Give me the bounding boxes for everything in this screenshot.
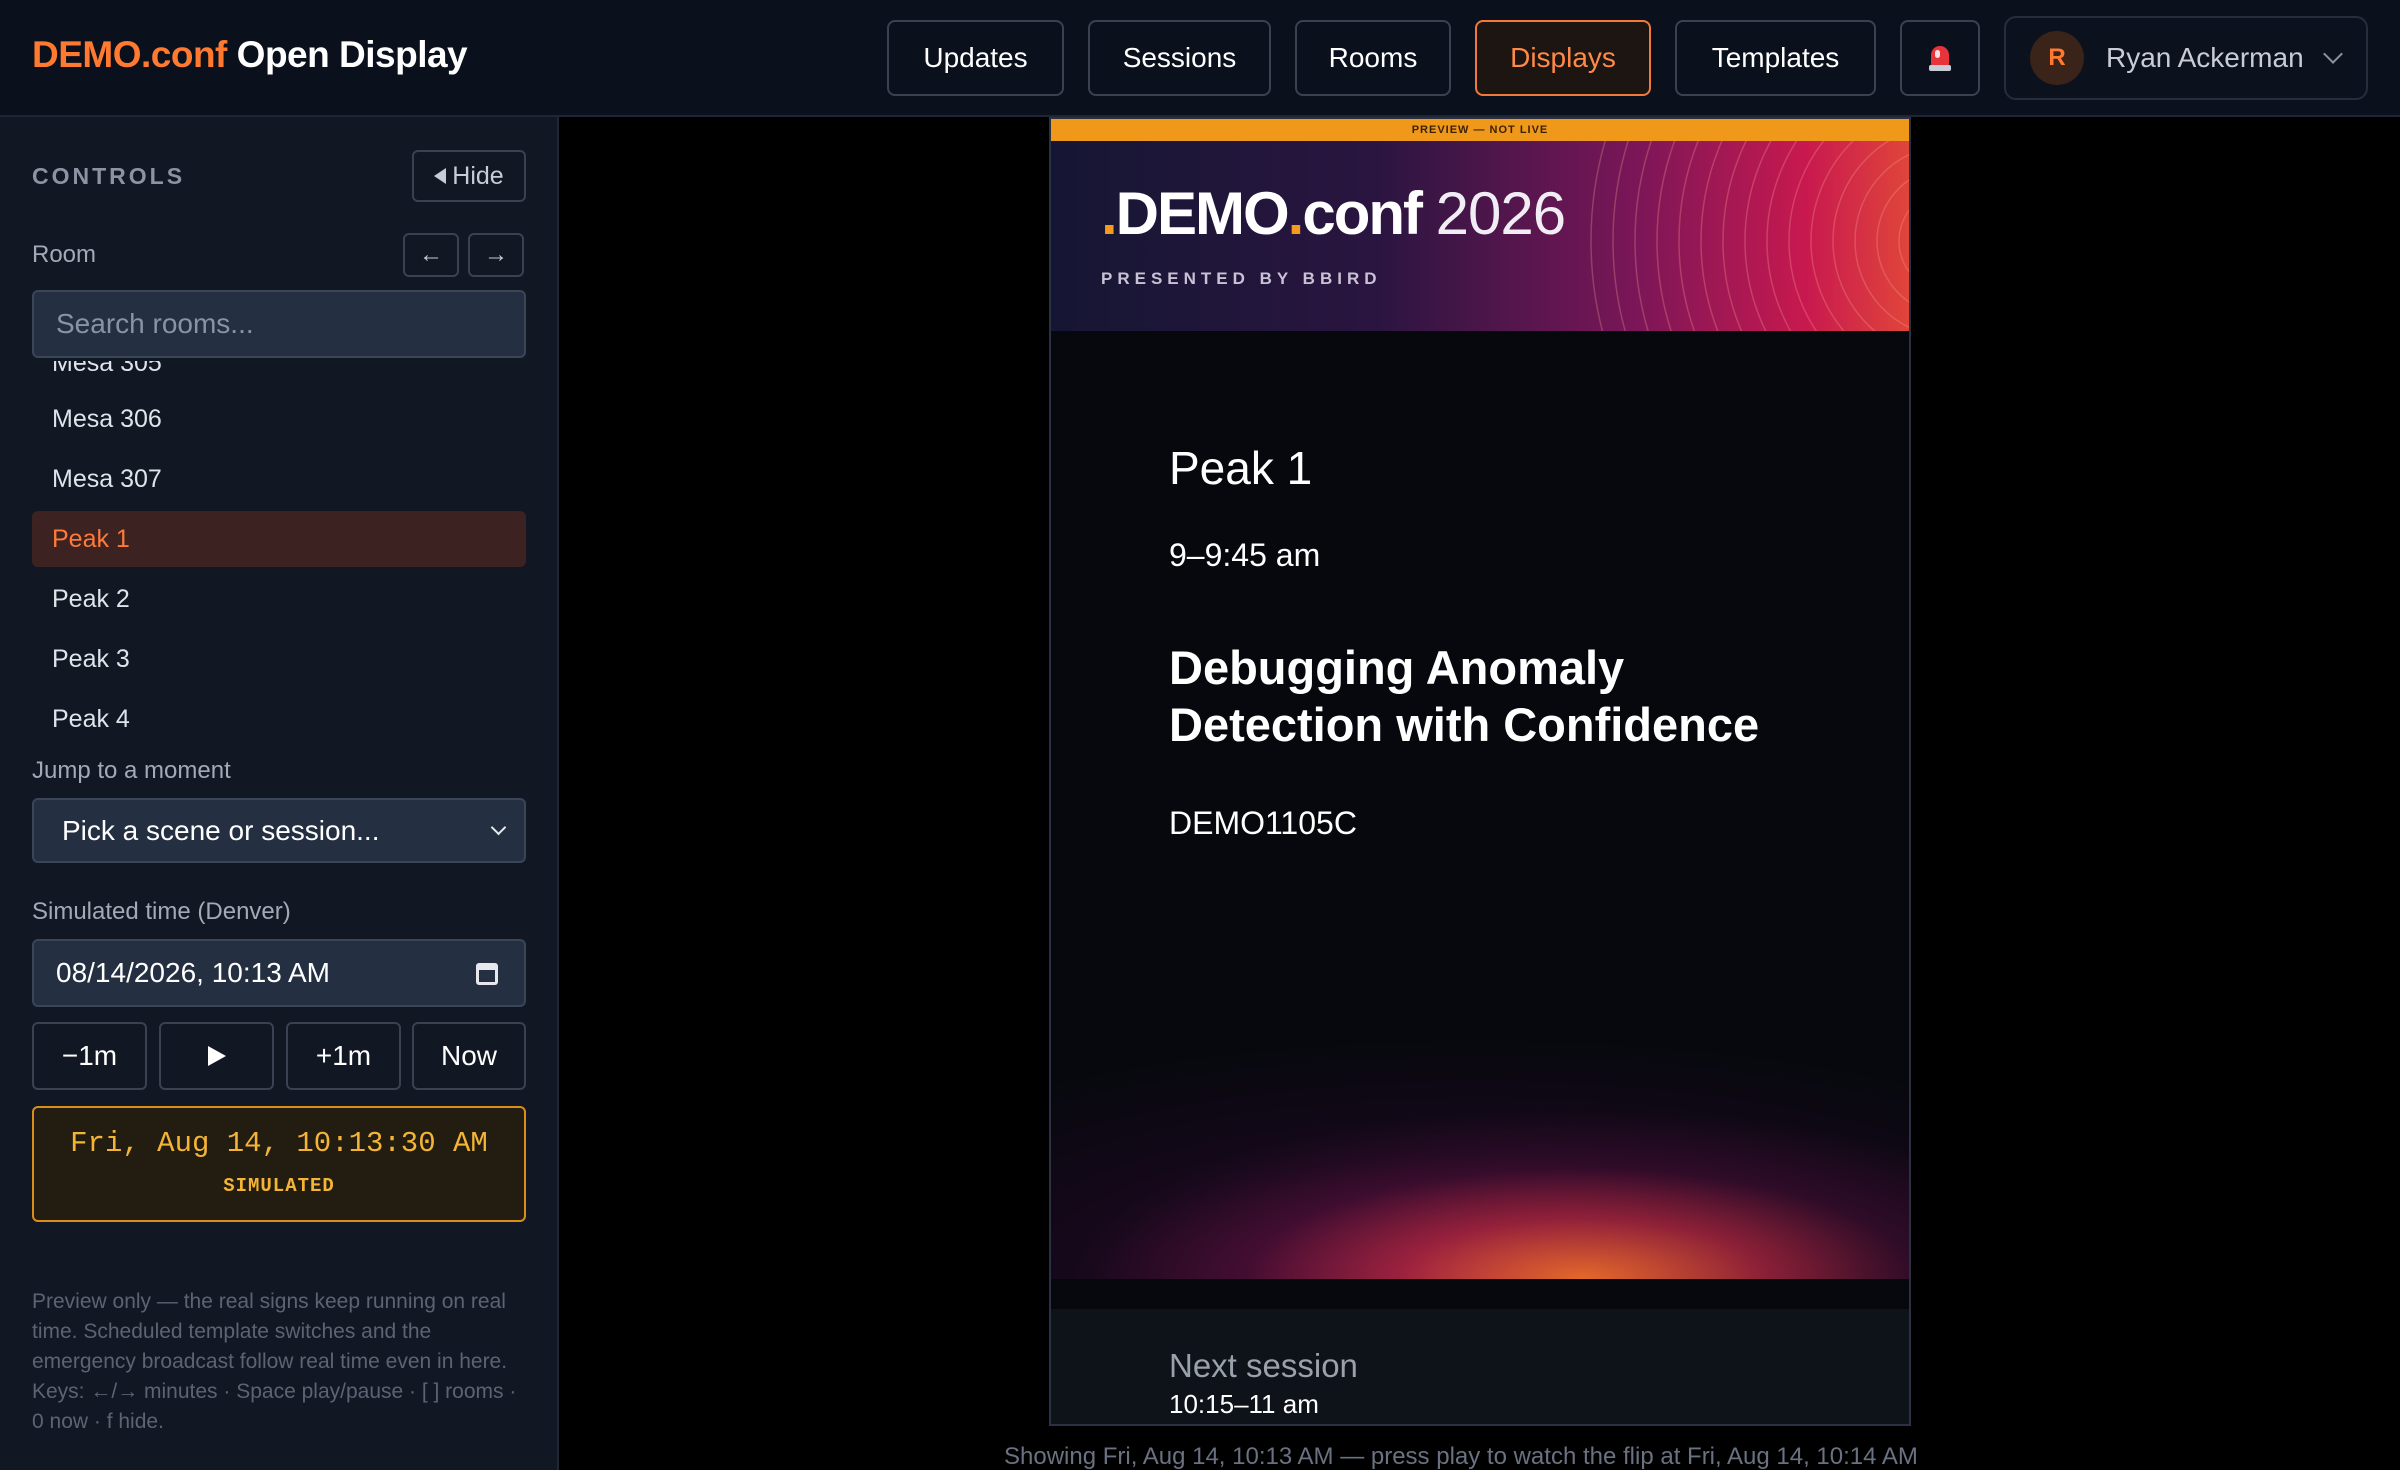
display-session-code: DEMO1105C bbox=[1169, 805, 1357, 841]
jump-label: Jump to a moment bbox=[32, 757, 231, 784]
nav-sessions-button[interactable]: Sessions bbox=[1088, 20, 1271, 96]
display-session-title: Debugging Anomaly Detection with Confide… bbox=[1169, 641, 1760, 751]
room-item-peak-4[interactable]: Peak 4 bbox=[32, 691, 526, 747]
caret-left-icon bbox=[434, 168, 447, 184]
simulated-clock: Fri, Aug 14, 10:13:30 AM SIMULATED bbox=[32, 1106, 526, 1222]
now-button[interactable]: Now bbox=[412, 1022, 526, 1090]
user-name: Ryan Ackerman bbox=[2106, 42, 2304, 73]
room-item-peak-1[interactable]: Peak 1 bbox=[32, 511, 526, 567]
preview-strip: PREVIEW — NOT LIVE bbox=[1051, 119, 1909, 141]
nav-updates-button[interactable]: Updates bbox=[887, 20, 1064, 96]
event-logo: .DEMO.conf 2026 bbox=[1101, 180, 1566, 247]
jump-select-value: Pick a scene or session... bbox=[62, 814, 380, 846]
play-icon bbox=[207, 1046, 226, 1066]
next-room-button[interactable]: → bbox=[468, 233, 524, 277]
emergency-button[interactable] bbox=[1900, 20, 1980, 96]
sim-time-value: 08/14/2026, 10:13 AM bbox=[56, 957, 330, 988]
room-item-mesa-307[interactable]: Mesa 307 bbox=[32, 451, 526, 507]
siren-icon bbox=[1929, 44, 1951, 72]
brand-rest: Open Display bbox=[236, 34, 468, 75]
display-room-name: Peak 1 bbox=[1169, 442, 1313, 494]
display-preview: PREVIEW — NOT LIVE .DEMO.conf 2026 PRESE… bbox=[1049, 117, 1911, 1426]
hide-button[interactable]: Hide bbox=[412, 150, 526, 202]
display-glow bbox=[1051, 969, 1909, 1279]
sim-time-input[interactable]: 08/14/2026, 10:13 AM bbox=[32, 939, 526, 1007]
jump-select[interactable]: Pick a scene or session... bbox=[32, 798, 526, 863]
room-search-input[interactable] bbox=[32, 290, 526, 358]
status-line: Showing Fri, Aug 14, 10:13 AM — press pl… bbox=[1004, 1443, 1918, 1470]
room-item-peak-2[interactable]: Peak 2 bbox=[32, 571, 526, 627]
room-item-peak-3[interactable]: Peak 3 bbox=[32, 631, 526, 687]
nav-displays-button[interactable]: Displays bbox=[1475, 20, 1651, 96]
chevron-down-icon bbox=[2322, 44, 2343, 64]
top-bar: DEMO.conf Open Display Updates Sessions … bbox=[0, 0, 2400, 117]
controls-sidebar: CONTROLS Hide Room ← → Mesa 305 Mesa 306… bbox=[0, 117, 559, 1470]
next-session-time: 10:15–11 am bbox=[1169, 1389, 1319, 1419]
hide-label: Hide bbox=[452, 161, 504, 190]
avatar: R bbox=[2030, 31, 2084, 85]
preview-note: Preview only — the real signs keep runni… bbox=[32, 1290, 517, 1433]
minus-minute-button[interactable]: −1m bbox=[32, 1022, 147, 1090]
app-brand: DEMO.conf Open Display bbox=[32, 34, 468, 76]
room-item-mesa-305[interactable]: Mesa 305 bbox=[32, 361, 526, 391]
display-session-time: 9–9:45 am bbox=[1169, 537, 1321, 573]
room-item-mesa-306[interactable]: Mesa 306 bbox=[32, 391, 526, 447]
nav-templates-button[interactable]: Templates bbox=[1675, 20, 1876, 96]
sim-time-label: Simulated time (Denver) bbox=[32, 898, 291, 925]
simulated-tag: SIMULATED bbox=[223, 1175, 335, 1197]
event-banner: .DEMO.conf 2026 PRESENTED BY BBIRD bbox=[1051, 141, 1909, 331]
controls-title: CONTROLS bbox=[32, 163, 186, 189]
prev-room-button[interactable]: ← bbox=[403, 233, 459, 277]
chevron-down-icon bbox=[490, 819, 507, 836]
presented-by: PRESENTED BY BBIRD bbox=[1101, 269, 1382, 288]
play-button[interactable] bbox=[159, 1022, 274, 1090]
user-menu[interactable]: R Ryan Ackerman bbox=[2004, 16, 2368, 100]
nav-rooms-button[interactable]: Rooms bbox=[1295, 20, 1451, 96]
clock-text: Fri, Aug 14, 10:13:30 AM bbox=[70, 1127, 488, 1160]
next-session-label: Next session bbox=[1169, 1347, 1358, 1384]
brand-accent: DEMO.conf bbox=[32, 34, 227, 75]
plus-minute-button[interactable]: +1m bbox=[286, 1022, 401, 1090]
calendar-icon[interactable] bbox=[476, 963, 498, 985]
room-label: Room bbox=[32, 241, 97, 268]
